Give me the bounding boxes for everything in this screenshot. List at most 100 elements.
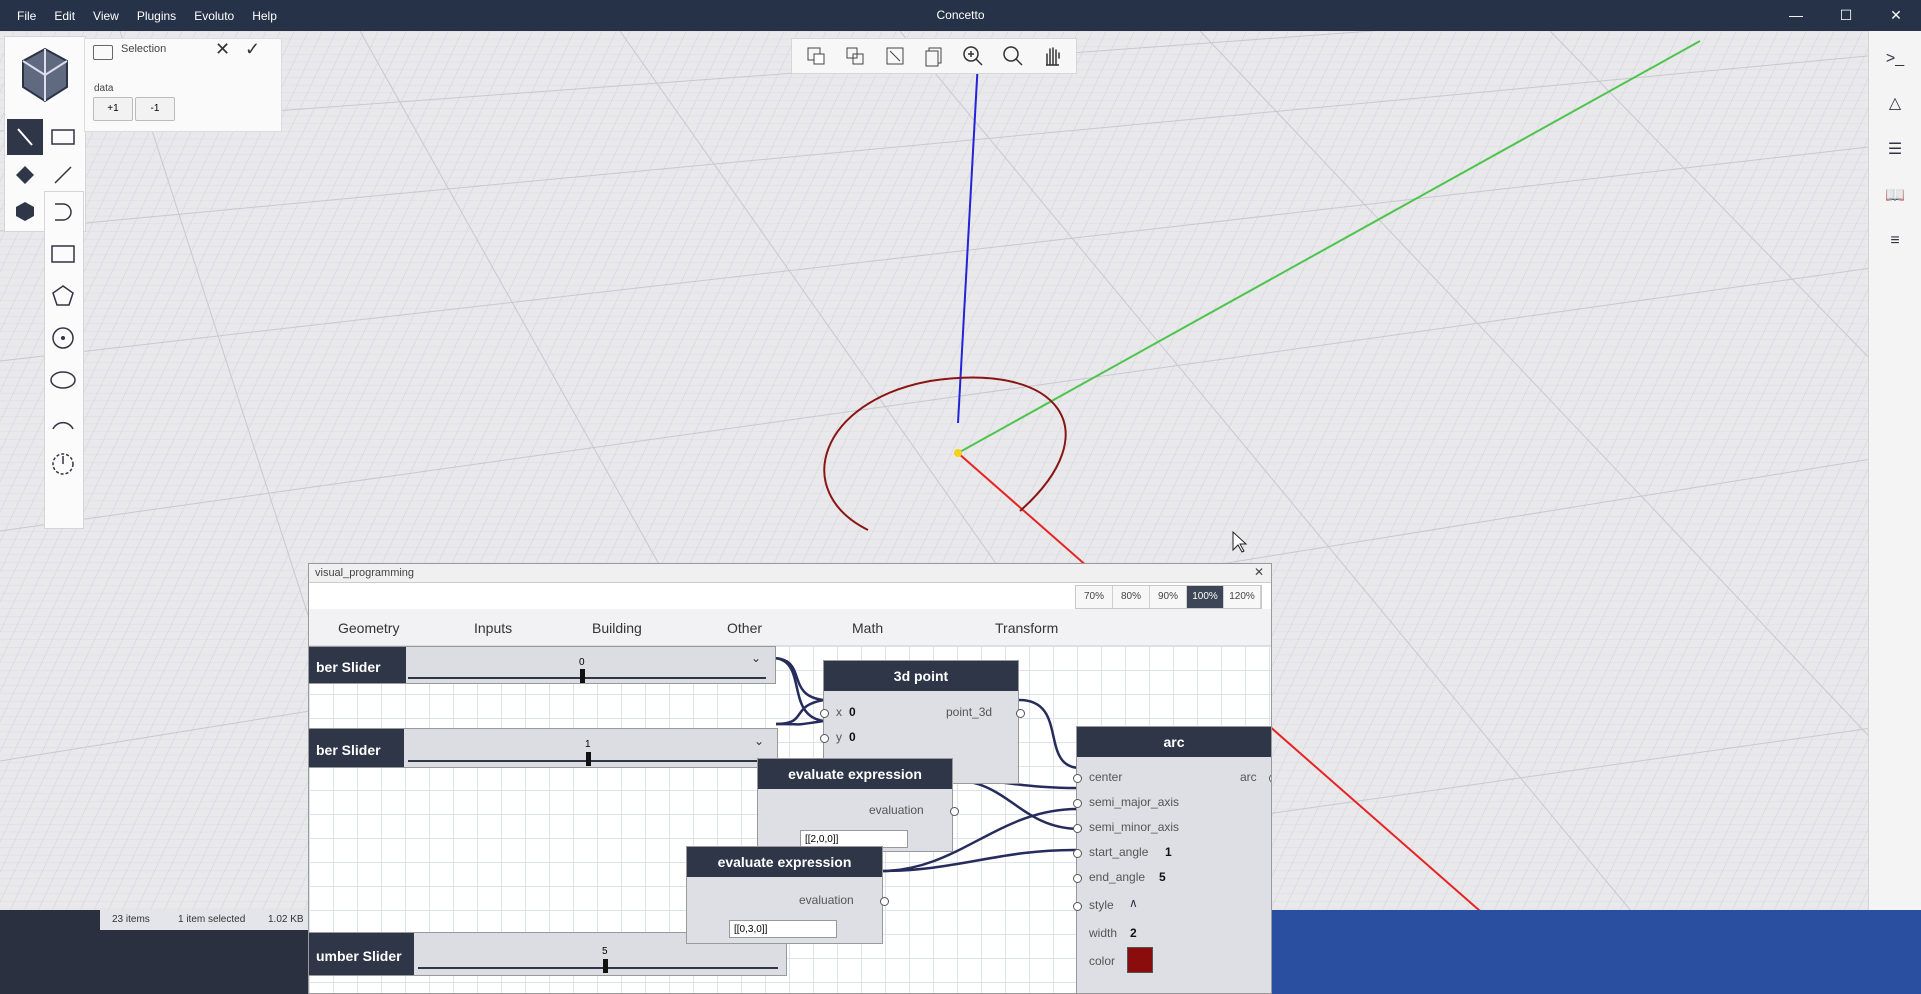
menu-file[interactable]: File	[8, 9, 45, 23]
curve-tool-icon[interactable]	[45, 194, 81, 230]
slider-2-chevron-icon[interactable]: ⌄	[754, 734, 764, 748]
category-transform[interactable]: Transform	[995, 620, 1058, 636]
zoom-80[interactable]: 80%	[1113, 586, 1150, 608]
vp-close-icon[interactable]: ✕	[1254, 565, 1264, 579]
category-inputs[interactable]: Inputs	[474, 620, 512, 636]
zoom-selected-icon[interactable]	[840, 41, 870, 71]
arc-input-start-angle: start_angle	[1089, 845, 1149, 859]
window-controls: — ☐ ✕	[1771, 0, 1921, 31]
input-x-label: x	[836, 705, 842, 719]
slider-1-value: 0	[579, 657, 585, 668]
arc-tool-icon[interactable]	[45, 404, 81, 440]
slider-2-header: ber Slider	[309, 729, 404, 767]
eval-1-output-port[interactable]	[950, 807, 959, 816]
point-input-y-port[interactable]	[820, 734, 829, 743]
ellipse-tool-icon[interactable]	[45, 362, 81, 398]
zoom-in-icon[interactable]	[958, 41, 988, 71]
category-math[interactable]: Math	[852, 620, 883, 636]
arc-input-semi-minor: semi_minor_axis	[1089, 820, 1180, 834]
eval-2-title: evaluate expression	[687, 847, 882, 877]
menu-help[interactable]: Help	[243, 9, 286, 23]
arc-output-port[interactable]	[1269, 774, 1271, 783]
eval-2-output-port[interactable]	[880, 897, 889, 906]
number-slider-2[interactable]: ber Slider 1 ⌄	[309, 728, 778, 768]
zoom-100[interactable]: 100%	[1187, 586, 1224, 608]
style-chevron-icon[interactable]: ∧	[1129, 896, 1138, 910]
arc-input-width: width	[1089, 926, 1118, 940]
menu-plugins[interactable]: Plugins	[128, 9, 185, 23]
arc-input-end-angle: end_angle	[1089, 870, 1146, 884]
arc-color-swatch[interactable]	[1127, 947, 1153, 973]
point-output-port[interactable]	[1016, 709, 1025, 718]
slider-2-handle[interactable]	[586, 752, 591, 766]
vp-title: visual_programming	[315, 567, 415, 579]
category-building[interactable]: Building	[592, 620, 642, 636]
graph-nodes-icon[interactable]: △	[1881, 89, 1909, 117]
arc-center-port[interactable]	[1073, 774, 1082, 783]
book-icon[interactable]: 📖	[1881, 181, 1909, 209]
confirm-selection-icon[interactable]: ✓	[245, 39, 260, 60]
evaluate-expression-node-2[interactable]: evaluate expression evaluation [[0,3,0]]	[686, 846, 889, 944]
arc-input-color: color	[1089, 954, 1116, 968]
arc-semi-minor-port[interactable]	[1073, 824, 1082, 833]
arc-input-center: center	[1089, 770, 1123, 784]
arc-end-angle-port[interactable]	[1073, 874, 1082, 883]
arc-semi-major-port[interactable]	[1073, 799, 1082, 808]
zoom-icon[interactable]	[998, 41, 1028, 71]
menu-view[interactable]: View	[84, 9, 128, 23]
minus-one-button[interactable]: -1	[135, 97, 175, 121]
spiral-tool-icon[interactable]	[45, 446, 81, 482]
slider-3-track[interactable]	[418, 967, 778, 969]
arc-node[interactable]: arc arc center semi_major_axis semi_mino…	[1073, 726, 1271, 993]
polygon-tool-icon[interactable]	[45, 278, 81, 314]
arc-end-angle-value: 5	[1159, 870, 1166, 884]
eval-1-output-label: evaluation	[869, 803, 924, 817]
zoom-90[interactable]: 90%	[1150, 586, 1187, 608]
menu-bar: File Edit View Plugins Evoluto Help	[8, 0, 286, 31]
solid-tool-icon[interactable]	[7, 193, 43, 229]
slider-1-handle[interactable]	[580, 669, 585, 683]
pan-hand-icon[interactable]	[1037, 41, 1067, 71]
evaluate-expression-node-1[interactable]: evaluate expression evaluation [[2,0,0]]	[757, 758, 959, 852]
arc-style-port[interactable]	[1073, 902, 1082, 911]
cancel-selection-icon[interactable]: ✕	[215, 39, 230, 60]
rectangle-tool-icon[interactable]	[45, 119, 81, 155]
menu-evoluto[interactable]: Evoluto	[185, 9, 243, 23]
terminal-icon[interactable]: >_	[1881, 45, 1909, 73]
plus-one-button[interactable]: +1	[93, 97, 133, 121]
eval-1-title: evaluate expression	[758, 759, 952, 789]
point-input-x-port[interactable]	[820, 709, 829, 718]
data-label: data	[94, 83, 114, 94]
category-geometry[interactable]: Geometry	[338, 620, 399, 636]
rectangle-shape-icon[interactable]	[45, 236, 81, 272]
number-slider-1[interactable]: ber Slider 0 ⌄	[309, 646, 776, 684]
menu-edit[interactable]: Edit	[45, 9, 84, 23]
view-cube-icon[interactable]	[13, 41, 77, 111]
slider-3-header: umber Slider	[309, 933, 414, 975]
segment-tool-icon[interactable]	[45, 157, 81, 193]
arc-start-angle-port[interactable]	[1073, 849, 1082, 858]
eval-2-expression-input[interactable]: [[0,3,0]]	[729, 920, 837, 938]
slider-1-chevron-icon[interactable]: ⌄	[751, 651, 761, 665]
input-x-value: 0	[849, 705, 856, 719]
view-toolbar	[791, 38, 1077, 74]
minimize-button[interactable]: —	[1771, 0, 1821, 31]
zoom-120[interactable]: 120%	[1224, 586, 1261, 608]
slider-1-track[interactable]	[408, 677, 766, 679]
layers-icon[interactable]: ≡	[1881, 227, 1909, 255]
category-other[interactable]: Other	[727, 620, 762, 636]
copy-view-icon[interactable]	[919, 41, 949, 71]
node-canvas[interactable]: ber Slider 0 ⌄ ber Slider 1 ⌄ umber Slid…	[309, 646, 1271, 993]
selected-count: 1 item selected	[178, 914, 246, 925]
zoom-window-icon[interactable]	[880, 41, 910, 71]
arc-title: arc	[1077, 727, 1271, 757]
zoom-extents-icon[interactable]	[801, 41, 831, 71]
zoom-70[interactable]: 70%	[1076, 586, 1113, 608]
line-tool-icon[interactable]	[7, 119, 43, 155]
circle-tool-icon[interactable]	[45, 320, 81, 356]
maximize-button[interactable]: ☐	[1821, 0, 1871, 31]
slider-3-handle[interactable]	[603, 959, 608, 973]
surface-tool-icon[interactable]	[7, 157, 43, 193]
list-icon[interactable]: ☰	[1881, 135, 1909, 163]
close-window-button[interactable]: ✕	[1871, 0, 1921, 31]
